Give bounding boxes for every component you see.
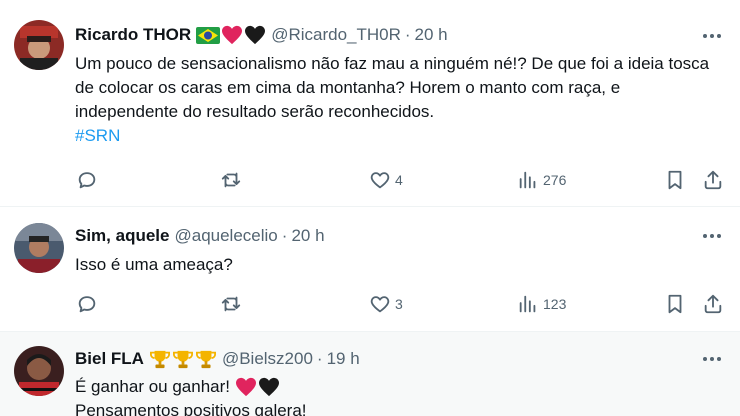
author-name[interactable]: Sim, aquele (75, 225, 169, 247)
red-heart-icon (222, 25, 243, 45)
trophy-icon (172, 350, 193, 369)
separator-dot: · (316, 349, 323, 368)
trophy-icon (195, 350, 216, 369)
name-emojis (196, 25, 266, 45)
tweet-text: Isso é uma ameaça? (75, 255, 233, 274)
share-button[interactable] (702, 292, 724, 316)
bookmark-icon (668, 170, 682, 190)
retweet-button[interactable] (220, 292, 242, 316)
black-heart-icon (259, 377, 280, 397)
trophy-icon (149, 350, 170, 369)
like-count: 3 (395, 296, 403, 312)
share-icon (704, 294, 722, 314)
retweet-icon (221, 296, 241, 312)
views-button[interactable]: 123 (517, 292, 566, 316)
retweet-icon (221, 172, 241, 188)
more-options-icon[interactable] (700, 24, 724, 48)
view-count: 276 (543, 172, 567, 188)
avatar[interactable] (14, 20, 64, 70)
heart-outline-icon (370, 172, 390, 189)
tweet[interactable]: Biel FLA @Bielsz200 · 19 h É ganhar ou g… (0, 332, 740, 416)
tweet-text: Um pouco de sensacionalismo não faz mau … (75, 54, 710, 121)
author-handle[interactable]: @Bielsz200 (222, 348, 313, 370)
tweet[interactable]: Sim, aquele @aquelecelio · 20 h Isso é u… (0, 207, 740, 332)
retweet-button[interactable] (220, 168, 242, 192)
separator-dot: · (281, 226, 288, 245)
red-heart-icon (236, 377, 257, 397)
timestamp[interactable]: 19 h (327, 348, 360, 370)
black-heart-icon (245, 25, 266, 45)
heart-outline-icon (370, 296, 390, 313)
share-button[interactable] (702, 168, 724, 192)
avatar[interactable] (14, 346, 64, 396)
timestamp[interactable]: 20 h (291, 225, 324, 247)
view-count: 123 (543, 296, 567, 312)
name-emojis (149, 349, 217, 369)
tweet[interactable]: Ricardo THOR @Ricardo_TH0R · 20 h Um pou… (0, 0, 740, 207)
views-icon (519, 295, 536, 313)
like-count: 4 (395, 172, 403, 188)
views-icon (519, 171, 536, 189)
tweet-text: É ganhar ou ganhar! (75, 377, 231, 396)
timestamp[interactable]: 20 h (415, 24, 448, 46)
separator-dot: · (404, 25, 411, 44)
like-button[interactable]: 3 (369, 292, 403, 316)
reply-icon (78, 172, 96, 189)
share-icon (704, 170, 722, 190)
text-emojis (235, 377, 280, 397)
avatar[interactable] (14, 223, 64, 273)
author-name[interactable]: Ricardo THOR (75, 24, 191, 46)
author-handle[interactable]: @aquelecelio (174, 225, 277, 247)
more-options-icon[interactable] (700, 224, 724, 248)
more-options-icon[interactable] (700, 347, 724, 371)
reply-button[interactable] (76, 168, 98, 192)
bookmark-button[interactable] (664, 292, 686, 316)
reply-icon (78, 296, 96, 313)
bookmark-icon (668, 294, 682, 314)
reply-button[interactable] (76, 292, 98, 316)
bookmark-button[interactable] (664, 168, 686, 192)
like-button[interactable]: 4 (369, 168, 403, 192)
views-button[interactable]: 276 (517, 168, 566, 192)
hashtag-link[interactable]: #SRN (75, 124, 725, 148)
author-handle[interactable]: @Ricardo_TH0R (271, 24, 401, 46)
tweet-text-line2: Pensamentos positivos galera! (75, 401, 307, 416)
brazil-flag-icon (196, 26, 221, 44)
author-name[interactable]: Biel FLA (75, 348, 144, 370)
